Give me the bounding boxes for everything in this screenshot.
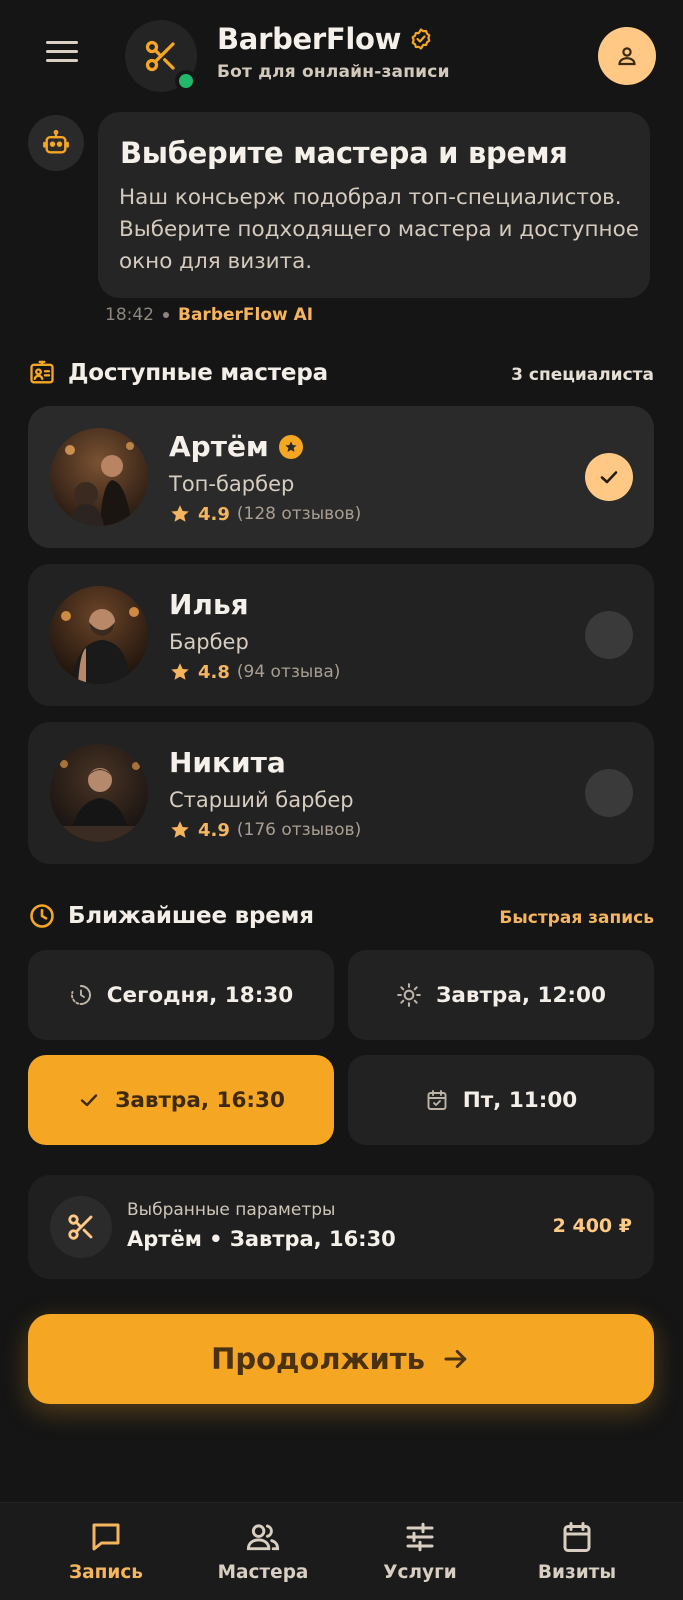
slot-label: Завтра, 12:00	[436, 982, 606, 1008]
tab-services[interactable]: Услуги	[345, 1519, 495, 1583]
menu-button[interactable]	[46, 34, 88, 68]
app-title: BarberFlow	[217, 22, 433, 56]
time-slot[interactable]: Завтра, 12:00	[348, 950, 654, 1040]
summary-label: Выбранные параметры	[127, 1200, 336, 1220]
tab-label: Услуги	[383, 1562, 457, 1583]
master-card-nikita[interactable]: Никита Старший барбер 4.9 (176 отзывов)	[28, 722, 654, 864]
quick-booking-link[interactable]: Быстрая запись	[499, 908, 654, 928]
select-radio[interactable]	[585, 769, 633, 817]
app-name: BarberFlow	[217, 22, 402, 56]
selected-check[interactable]	[585, 453, 633, 501]
slot-label: Завтра, 16:30	[115, 1087, 285, 1113]
calendar-check-icon	[427, 1090, 447, 1110]
scissors-icon	[145, 40, 175, 72]
star-icon	[171, 505, 189, 522]
time-slot[interactable]: Сегодня, 18:30	[28, 950, 334, 1040]
tab-label: Мастера	[217, 1562, 309, 1583]
calendar-icon	[563, 1522, 591, 1552]
master-rating: 4.8 (94 отзыва)	[169, 661, 340, 683]
master-photo	[50, 744, 148, 842]
select-radio[interactable]	[585, 611, 633, 659]
bot-message-text: Наш консьерж подобрал топ-специалистов. …	[119, 185, 639, 274]
master-photo	[50, 586, 148, 684]
time-slot[interactable]: Пт, 11:00	[348, 1055, 654, 1145]
separator-dot	[163, 312, 169, 318]
tab-booking[interactable]: Запись	[31, 1519, 181, 1583]
slot-label: Пт, 11:00	[462, 1087, 578, 1113]
masters-count: 3 специалиста	[511, 365, 654, 385]
verified-badge-icon	[411, 28, 431, 50]
profile-button[interactable]	[598, 27, 656, 85]
tab-masters[interactable]: Мастера	[188, 1519, 338, 1583]
message-meta: 18:42 BarberFlow AI	[105, 305, 313, 325]
time-title: Ближайшее время	[68, 903, 314, 929]
slot-label: Сегодня, 18:30	[106, 982, 294, 1008]
reviews-count: (128 отзывов)	[236, 504, 362, 524]
master-rating: 4.9 (128 отзывов)	[169, 503, 361, 525]
rating-value: 4.9	[198, 503, 230, 525]
master-name: Артём	[169, 430, 303, 463]
bot-message-title: Выберите мастера и время	[120, 136, 568, 170]
tab-label: Запись	[68, 1562, 144, 1583]
tab-label: Визиты	[537, 1562, 617, 1583]
id-card-icon	[30, 360, 54, 384]
masters-title: Доступные мастера	[68, 360, 328, 386]
summary-price: 2 400 ₽	[552, 1215, 632, 1237]
reviews-count: (94 отзыва)	[236, 662, 341, 682]
users-icon	[246, 1524, 280, 1551]
master-name: Никита	[169, 746, 286, 779]
top-star-badge-icon	[278, 434, 303, 459]
continue-button[interactable]: Продолжить	[28, 1314, 654, 1404]
clock-icon	[30, 904, 54, 928]
clock-history-icon	[70, 985, 91, 1005]
scissors-icon	[68, 1214, 93, 1240]
message-sender: BarberFlow AI	[178, 305, 314, 325]
bot-avatar	[28, 115, 84, 171]
star-icon	[171, 663, 189, 680]
master-card-artem[interactable]: Артём Топ-барбер 4.9 (128 отзывов)	[28, 406, 654, 548]
master-role: Старший барбер	[169, 788, 354, 812]
bottom-tab-bar: Запись Мастера Услуги Визиты	[0, 1502, 683, 1600]
sun-icon	[397, 983, 421, 1007]
master-photo	[50, 428, 148, 526]
arrow-right-icon	[444, 1350, 467, 1368]
summary-value: Артём • Завтра, 16:30	[127, 1227, 396, 1251]
master-role: Топ-барбер	[169, 472, 295, 496]
masters-section-title: Доступные мастера	[28, 359, 328, 387]
app-subtitle: Бот для онлайн-записи	[217, 62, 450, 82]
booking-summary: Выбранные параметры Артём • Завтра, 16:3…	[28, 1175, 654, 1279]
sliders-icon	[406, 1522, 434, 1552]
tab-visits[interactable]: Визиты	[502, 1519, 652, 1583]
summary-icon-wrap	[50, 1196, 112, 1258]
user-icon	[618, 47, 636, 66]
check-icon	[80, 1094, 98, 1107]
check-icon	[600, 471, 618, 484]
menu-icon	[46, 40, 78, 44]
reviews-count: (176 отзывов)	[236, 820, 362, 840]
master-name: Илья	[169, 588, 249, 621]
master-role: Барбер	[169, 630, 249, 654]
star-icon	[171, 821, 189, 838]
online-status-dot	[175, 70, 197, 92]
robot-icon	[43, 129, 69, 154]
time-slot-selected[interactable]: Завтра, 16:30	[28, 1055, 334, 1145]
master-card-ilya[interactable]: Илья Барбер 4.8 (94 отзыва)	[28, 564, 654, 706]
rating-value: 4.8	[198, 661, 230, 683]
rating-value: 4.9	[198, 819, 230, 841]
chat-icon	[92, 1523, 120, 1551]
time-section-title: Ближайшее время	[28, 902, 314, 930]
message-time: 18:42	[105, 305, 154, 325]
master-rating: 4.9 (176 отзывов)	[169, 819, 361, 841]
continue-label: Продолжить	[211, 1342, 425, 1376]
